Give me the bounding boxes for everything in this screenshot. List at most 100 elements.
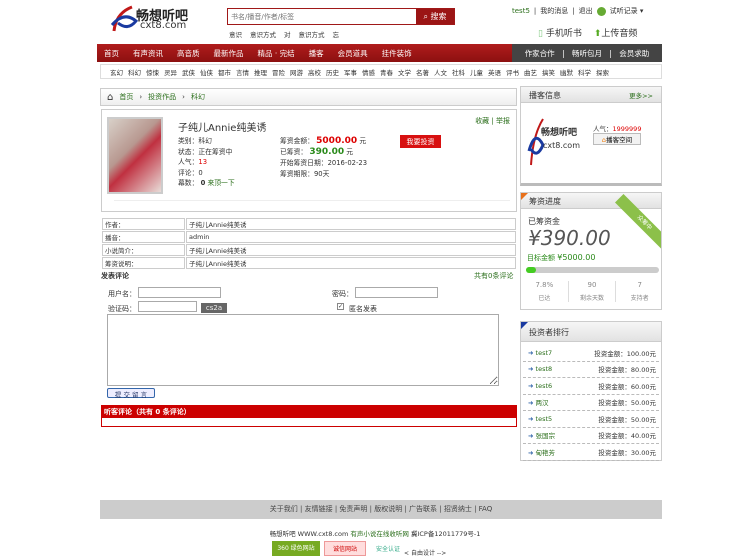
nav-item[interactable]: 挂件装饰	[382, 48, 412, 59]
password-input[interactable]	[355, 287, 438, 298]
category-link[interactable]: 青春	[380, 67, 393, 77]
work-cover-image[interactable]	[107, 117, 163, 194]
hot-tag[interactable]: 意识	[229, 29, 242, 39]
nav-item[interactable]: 有声资讯	[133, 48, 163, 59]
upload-link[interactable]: ⬆上传音频	[594, 26, 638, 39]
report-link[interactable]: 举报	[496, 117, 510, 125]
category-link[interactable]: 科学	[578, 67, 591, 77]
username-link[interactable]: test5	[512, 7, 530, 15]
logout-link[interactable]: 退出	[579, 6, 593, 16]
top-link[interactable]: 来顶一下	[207, 179, 234, 187]
category-link[interactable]: 历史	[326, 67, 339, 77]
badge-trust[interactable]: 诚信网站	[324, 541, 366, 556]
category-link[interactable]: 推理	[254, 67, 267, 77]
category-link[interactable]: 人文	[434, 67, 447, 77]
hot-tag[interactable]: 意识方式	[250, 29, 276, 39]
podcaster-space-button[interactable]: ⌂播客空间	[593, 133, 641, 145]
category-link[interactable]: 科幻	[128, 67, 141, 77]
more-link[interactable]: 更多>>	[629, 90, 653, 100]
search-button[interactable]: ⌕ 搜索	[416, 9, 454, 24]
amount-value: 40.00元	[630, 432, 656, 441]
stat-value: 7.8%	[535, 281, 554, 289]
history-dropdown[interactable]: 试听记录 ▾	[610, 6, 644, 16]
divider: |	[437, 505, 444, 513]
captcha-input[interactable]	[138, 301, 197, 312]
investor-name[interactable]: ➜ test7	[528, 349, 552, 357]
favorite-link[interactable]: 收藏	[475, 117, 489, 125]
captcha-image[interactable]: cs2a	[201, 303, 227, 313]
top-count: 0	[200, 179, 206, 187]
nav-item[interactable]: 最新作品	[214, 48, 244, 59]
hot-tag[interactable]: 意识方式	[299, 29, 325, 39]
footer-link[interactable]: 版权说明	[374, 505, 402, 513]
breadcrumb-invest[interactable]: 投资作品	[148, 92, 176, 102]
invest-button[interactable]: 我要投资	[400, 135, 441, 148]
category-link[interactable]: 灵异	[164, 67, 177, 77]
hot-tag[interactable]: 忘	[333, 29, 340, 39]
footer-link[interactable]: 广告联系	[409, 505, 437, 513]
category-link[interactable]: 评书	[506, 67, 519, 77]
my-messages-link[interactable]: 我的消息	[540, 6, 568, 16]
category-link[interactable]: 武侠	[182, 67, 195, 77]
search-input[interactable]	[228, 9, 414, 24]
footer-link[interactable]: FAQ	[479, 505, 493, 513]
category-link[interactable]: 言情	[236, 67, 249, 77]
category-link[interactable]: 高校	[308, 67, 321, 77]
breadcrumb-home[interactable]: 首页	[119, 92, 133, 102]
category-link[interactable]: 文学	[398, 67, 411, 77]
category-link[interactable]: 仙侠	[200, 67, 213, 77]
category-link[interactable]: 名著	[416, 67, 429, 77]
investor-name[interactable]: ➜ 张国宗	[528, 430, 555, 440]
category-link[interactable]: 军事	[344, 67, 357, 77]
site-logo[interactable]: 畅想听吧 cxt8.com	[110, 3, 200, 35]
breadcrumb: ⌂ 首页 › 投资作品 › 科幻	[100, 88, 517, 106]
nav-right-item[interactable]: 会员求助	[619, 48, 649, 59]
nav-right-item[interactable]: 作家合作	[525, 48, 555, 59]
category-link[interactable]: 惊悚	[146, 67, 159, 77]
hot-tag[interactable]: 对	[284, 29, 291, 39]
nav-item[interactable]: 播客	[309, 48, 324, 59]
comment-textarea[interactable]	[107, 314, 499, 386]
arrow-icon: ➜	[528, 348, 534, 357]
upload-label: 上传音频	[601, 29, 638, 39]
nav-item[interactable]: 精品 · 完结	[258, 48, 295, 59]
category-link[interactable]: 冒险	[272, 67, 285, 77]
category-link[interactable]: 曲艺	[524, 67, 537, 77]
badge-360[interactable]: 360 绿色网站	[272, 541, 320, 556]
breadcrumb-category[interactable]: 科幻	[191, 92, 205, 102]
investor-name[interactable]: ➜ test6	[528, 382, 552, 390]
category-link[interactable]: 都市	[218, 67, 231, 77]
nav-item[interactable]: 会员道具	[338, 48, 368, 59]
category-link[interactable]: 英语	[488, 67, 501, 77]
slogan-link[interactable]: 有声小说在线收听网	[350, 530, 409, 538]
nav-right-item[interactable]: 畅听包月	[572, 48, 602, 59]
yuan-unit: 元	[346, 148, 354, 156]
category-link[interactable]: 幽默	[560, 67, 573, 77]
work-status: 状态：正在筹资中	[178, 147, 233, 156]
category-link[interactable]: 玄幻	[110, 67, 123, 77]
popularity-value: 1999999	[612, 125, 642, 133]
username-input[interactable]	[138, 287, 221, 298]
logo-domain: cxt8.com	[543, 141, 580, 150]
footer-link[interactable]: 免责声明	[339, 505, 367, 513]
investor-name[interactable]: ➜ 甸艳芳	[528, 447, 555, 457]
mobile-link[interactable]: ▯ 手机听书	[538, 26, 582, 39]
investor-name[interactable]: ➜ test8	[528, 365, 552, 373]
category-link[interactable]: 社科	[452, 67, 465, 77]
investor-name[interactable]: ➜ 两汉	[528, 397, 549, 407]
submit-comment-button[interactable]: 提 交 留 言	[107, 388, 155, 399]
anonymous-checkbox[interactable]: ✓	[337, 303, 344, 310]
category-link[interactable]: 情感	[362, 67, 375, 77]
nav-item[interactable]: 高音质	[177, 48, 200, 59]
footer-link[interactable]: 友情链接	[305, 505, 333, 513]
investor-name[interactable]: ➜ test5	[528, 415, 552, 423]
footer-link[interactable]: 招贤纳士	[444, 505, 472, 513]
badge-security[interactable]: 安全认证	[376, 544, 400, 553]
nav-item[interactable]: 首页	[104, 48, 119, 59]
category-link[interactable]: 网游	[290, 67, 303, 77]
category-link[interactable]: 儿童	[470, 67, 483, 77]
footer-link[interactable]: 关于我们	[270, 505, 298, 513]
investor-name-text: test6	[535, 381, 553, 390]
category-link[interactable]: 探索	[596, 67, 609, 77]
category-link[interactable]: 搞笑	[542, 67, 555, 77]
